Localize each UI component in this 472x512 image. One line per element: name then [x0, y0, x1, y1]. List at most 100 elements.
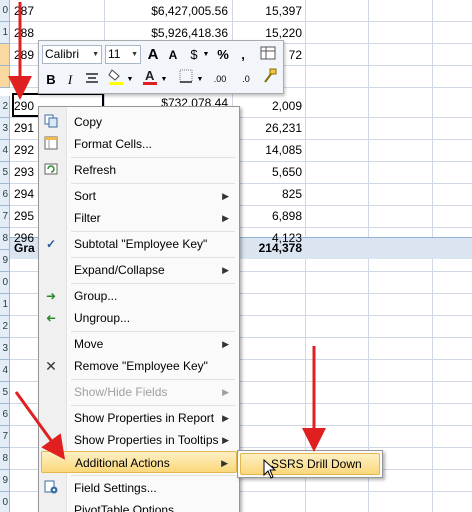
count-cell[interactable]: 825	[234, 184, 302, 206]
chevron-down-icon: ▼	[92, 51, 99, 58]
copy-icon	[43, 114, 59, 130]
menu-item-subtotal[interactable]: ✓ Subtotal "Employee Key"	[41, 233, 237, 255]
font-size-dropdown[interactable]: 11 ▼	[105, 45, 141, 64]
chevron-down-icon[interactable]: ▼	[126, 70, 134, 89]
font-name-dropdown[interactable]: Calibri ▼	[42, 45, 102, 64]
refresh-icon	[43, 162, 59, 178]
increase-decimal-button[interactable]: .00	[209, 70, 231, 89]
context-menu: Copy Format Cells... Refresh Sort ▶ Filt…	[38, 106, 240, 512]
menu-item-move[interactable]: Move ▶	[41, 333, 237, 355]
menu-item-label: Show Properties in Tooltips	[74, 433, 219, 447]
row-header[interactable]: 7	[0, 206, 10, 228]
row-header[interactable]: 0	[0, 492, 10, 512]
row-header[interactable]: 3	[0, 118, 10, 140]
bold-button[interactable]: B	[43, 70, 59, 89]
menu-item-filter[interactable]: Filter ▶	[41, 207, 237, 229]
grand-total-count[interactable]: 214,378	[234, 238, 302, 260]
check-icon: ✓	[45, 237, 57, 251]
row-header[interactable]: 8	[0, 228, 10, 250]
row-header[interactable]: 9	[0, 470, 10, 492]
chevron-down-icon[interactable]: ▼	[196, 70, 204, 89]
menu-separator	[71, 283, 235, 284]
menu-item-field-settings[interactable]: Field Settings...	[41, 477, 237, 499]
font-color-icon[interactable]: A	[141, 68, 159, 87]
borders-icon[interactable]	[177, 69, 195, 88]
menu-item-ssrs-drill-down[interactable]: SSRS Drill Down	[240, 453, 380, 475]
row-header[interactable]: 4	[0, 360, 10, 382]
align-center-icon[interactable]	[83, 70, 101, 89]
chevron-down-icon: ▼	[131, 51, 138, 58]
row-header[interactable]	[0, 66, 10, 88]
row-header[interactable]: 2	[0, 96, 10, 118]
font-name-value: Calibri	[45, 47, 80, 61]
count-cell[interactable]: 2,009	[234, 96, 302, 118]
menu-separator	[71, 405, 235, 406]
employee-key-cell[interactable]: 287	[14, 1, 54, 23]
menu-item-show-properties-report[interactable]: Show Properties in Report ▶	[41, 407, 237, 429]
grow-font-button[interactable]: A	[144, 45, 162, 64]
row-header[interactable]: 0	[0, 272, 10, 294]
row-header[interactable]: 4	[0, 140, 10, 162]
count-cell[interactable]: 5,650	[234, 162, 302, 184]
chevron-down-icon[interactable]: ▼	[202, 45, 210, 64]
menu-item-remove[interactable]: ✕ Remove "Employee Key"	[41, 355, 237, 377]
menu-item-label: Additional Actions	[75, 456, 170, 470]
row-header[interactable]: 1	[0, 294, 10, 316]
row-header[interactable]: 5	[0, 162, 10, 184]
submenu-arrow-icon: ▶	[222, 413, 229, 423]
currency-button[interactable]: $	[187, 45, 201, 64]
menu-item-label: Field Settings...	[74, 481, 157, 495]
row-header[interactable]: 7	[0, 426, 10, 448]
submenu-arrow-icon: ▶	[221, 458, 228, 468]
row-header[interactable]	[0, 44, 10, 66]
menu-item-ungroup[interactable]: ➜ Ungroup...	[41, 307, 237, 329]
row-header[interactable]: 5	[0, 382, 10, 404]
percent-button[interactable]: %	[214, 45, 232, 64]
row-header[interactable]: 6	[0, 184, 10, 206]
font-size-value: 11	[108, 47, 121, 61]
menu-item-refresh[interactable]: Refresh	[41, 159, 237, 181]
count-cell[interactable]: 14,085	[234, 140, 302, 162]
submenu-arrow-icon: ▶	[222, 213, 229, 223]
chevron-down-icon[interactable]: ▼	[160, 70, 168, 89]
menu-item-pivottable-options[interactable]: PivotTable Options...	[41, 499, 237, 512]
row-header[interactable]: 9	[0, 250, 10, 272]
count-cell[interactable]: 15,397	[234, 1, 302, 23]
fill-color-icon[interactable]	[107, 68, 125, 87]
ungroup-icon: ➜	[45, 311, 57, 325]
row-header[interactable]: 0	[0, 0, 10, 22]
menu-item-label: Filter	[74, 211, 101, 225]
shrink-font-button[interactable]: A	[165, 46, 181, 65]
menu-item-label: Ungroup...	[74, 311, 131, 325]
row-header[interactable]: 8	[0, 448, 10, 470]
italic-button[interactable]: I	[63, 70, 77, 89]
mini-toolbar: Calibri ▼ 11 ▼ A A $ ▼ % , B I ▼ A ▼ ▼ .…	[38, 40, 284, 94]
amount-cell[interactable]: $6,427,005.56	[106, 1, 228, 23]
menu-item-additional-actions[interactable]: Additional Actions ▶	[41, 451, 237, 473]
menu-item-copy[interactable]: Copy	[41, 111, 237, 133]
row-header[interactable]: 6	[0, 404, 10, 426]
decrease-decimal-button[interactable]: .0	[235, 70, 257, 89]
menu-item-sort[interactable]: Sort ▶	[41, 185, 237, 207]
comma-button[interactable]: ,	[236, 45, 250, 64]
menu-item-label: Move	[74, 337, 104, 351]
menu-item-format-cells[interactable]: Format Cells...	[41, 133, 237, 155]
row-header[interactable]: 1	[0, 22, 10, 44]
menu-item-label: Format Cells...	[74, 137, 153, 151]
field-settings-icon	[43, 480, 59, 496]
count-cell[interactable]: 6,898	[234, 206, 302, 228]
menu-item-group[interactable]: ➜ Group...	[41, 285, 237, 307]
format-painter-table-icon[interactable]	[258, 46, 278, 65]
submenu-arrow-icon: ▶	[222, 435, 229, 445]
menu-item-label: Remove "Employee Key"	[74, 359, 208, 373]
count-cell[interactable]: 26,231	[234, 118, 302, 140]
row-header[interactable]: 3	[0, 338, 10, 360]
menu-item-show-properties-tooltips[interactable]: Show Properties in Tooltips ▶	[41, 429, 237, 451]
menu-item-label: Show/Hide Fields	[74, 385, 168, 399]
group-icon: ➜	[45, 289, 57, 303]
menu-separator	[71, 379, 235, 380]
format-painter-icon[interactable]	[261, 68, 279, 87]
menu-item-label: Refresh	[74, 163, 117, 177]
row-header[interactable]: 2	[0, 316, 10, 338]
menu-item-expand-collapse[interactable]: Expand/Collapse ▶	[41, 259, 237, 281]
